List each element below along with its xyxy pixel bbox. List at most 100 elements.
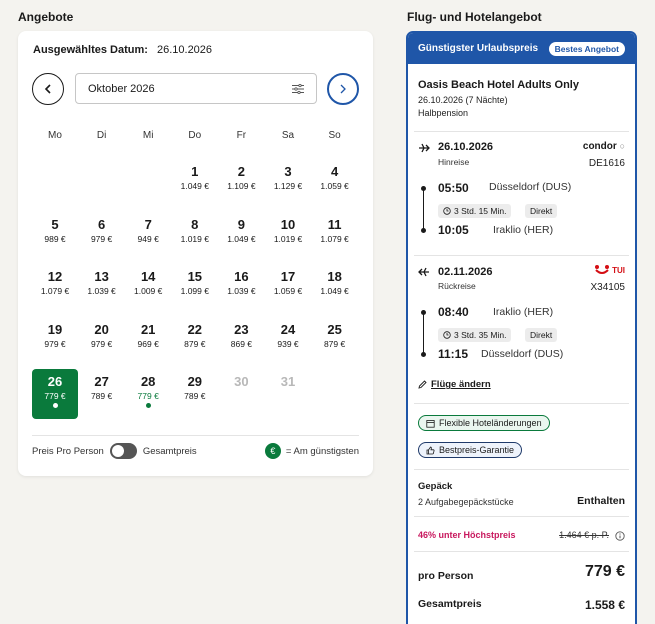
condor-logo: condor ○	[583, 141, 625, 152]
day-cell[interactable]: 20 979 €	[79, 317, 125, 367]
info-icon[interactable]	[615, 531, 625, 541]
day-price: 1.039 €	[227, 286, 256, 296]
day-cell[interactable]: 1 1.049 €	[172, 159, 218, 209]
day-cell[interactable]: 19 979 €	[32, 317, 78, 367]
day-price: 789 €	[90, 391, 113, 401]
day-cell[interactable]: 16 1.039 €	[218, 264, 264, 314]
pencil-icon	[418, 380, 427, 389]
change-flights-link[interactable]: Flüge ändern	[418, 379, 491, 390]
day-cell[interactable]: 2 1.109 €	[218, 159, 264, 209]
day-price: 1.079 €	[320, 233, 349, 244]
day-number: 2	[237, 164, 245, 179]
day-cell: 31	[265, 369, 311, 419]
day-price: 1.109 €	[227, 181, 256, 191]
old-price: 1.464 € p. P.	[559, 530, 609, 540]
best-offer-badge: Bestes Angebot	[548, 41, 625, 56]
prev-month-button[interactable]	[32, 73, 64, 105]
weekday-label: Mi	[142, 130, 154, 141]
day-cell[interactable]: 27 789 €	[79, 369, 125, 419]
outbound-dep-time: 05:50	[438, 181, 469, 195]
next-month-button[interactable]	[327, 73, 359, 105]
day-cell[interactable]: 17 1.059 €	[265, 264, 311, 314]
day-cell[interactable]: 10 1.019 €	[265, 212, 311, 262]
day-price: 949 €	[137, 233, 159, 244]
stay-dates: 26.10.2026 (7 Nächte)	[418, 95, 508, 105]
weekday-label: So	[328, 130, 341, 141]
outbound-flight: 26.10.2026 Hinreise condor ○ DE1616 05:5…	[418, 139, 625, 254]
day-cell[interactable]: 15 1.099 €	[172, 264, 218, 314]
inbound-dep-airport: Iraklio (HER)	[493, 306, 554, 318]
day-cell[interactable]: 22 879 €	[172, 317, 218, 367]
thumbs-up-icon	[426, 446, 435, 454]
day-price: 969 €	[137, 338, 159, 349]
day-price: 939 €	[277, 338, 299, 349]
chevron-left-icon	[44, 84, 51, 94]
day-cell[interactable]: 28 779 €	[125, 369, 171, 419]
outbound-date: 26.10.2026	[438, 141, 494, 153]
section-title-flight-hotel: Flug- und Hotelangebot	[407, 10, 542, 24]
inbound-dep-time: 08:40	[438, 305, 469, 319]
day-cell[interactable]: 5 989 €	[32, 212, 78, 262]
section-title-offers: Angebote	[18, 10, 74, 24]
day-cell[interactable]: 25 879 €	[312, 317, 358, 367]
month-select[interactable]: Oktober 2026	[75, 73, 317, 104]
flex-hotel-badge: Flexible Hoteländerungen	[418, 415, 550, 431]
day-number: 24	[280, 321, 296, 337]
day-number: 10	[280, 216, 296, 232]
legend-text: = Am günstigsten	[285, 445, 359, 457]
day-cell[interactable]: 6 979 €	[79, 212, 125, 262]
best-price-badge: Bestpreis-Garantie	[418, 442, 523, 458]
price-toggle-row: Preis Pro Person Gesamtpreis	[32, 443, 197, 459]
divider	[414, 469, 629, 470]
day-cell[interactable]: 26 779 €	[32, 369, 78, 419]
day-cell[interactable]: 3 1.129 €	[265, 159, 311, 209]
selected-date-label: Ausgewähltes Datum:	[33, 44, 148, 56]
day-cell[interactable]: 13 1.039 €	[79, 264, 125, 314]
total-price-label: Gesamtpreis	[418, 598, 482, 610]
day-cell[interactable]: 21 969 €	[125, 317, 171, 367]
day-cell[interactable]: 23 869 €	[218, 317, 264, 367]
day-price: 1.009 €	[134, 286, 163, 296]
inbound-flight: 02.11.2026 Rückreise TUI X34105 08:40 Ir…	[418, 263, 625, 378]
day-price: 1.059 €	[320, 181, 349, 191]
day-number: 4	[330, 164, 339, 179]
day-cell[interactable]: 8 1.019 €	[172, 212, 218, 262]
calendar-icon	[426, 419, 435, 428]
timeline-dot	[421, 352, 426, 357]
day-price: 1.129 €	[273, 181, 303, 191]
day-cell[interactable]: 7 949 €	[125, 212, 171, 262]
day-number: 16	[234, 269, 249, 284]
divider	[32, 435, 359, 436]
weekday-label: Sa	[281, 130, 295, 141]
day-number: 21	[140, 321, 156, 337]
day-number: 17	[280, 269, 296, 284]
day-price: 979 €	[44, 338, 66, 349]
divider	[414, 516, 629, 517]
price-mode-toggle[interactable]	[109, 443, 137, 459]
tui-logo: TUI	[594, 264, 625, 276]
day-price: 979 €	[90, 338, 113, 349]
day-cell[interactable]: 4 1.059 €	[312, 159, 358, 209]
clock-icon	[443, 207, 451, 215]
day-price: 1.019 €	[180, 233, 209, 244]
day-cell[interactable]: 12 1.079 €	[32, 264, 78, 314]
timeline-dot	[421, 186, 426, 191]
day-cell[interactable]: 11 1.079 €	[312, 212, 358, 262]
day-number: 5	[51, 216, 59, 232]
day-cell[interactable]: 24 939 €	[265, 317, 311, 367]
day-number: 15	[187, 269, 203, 284]
toggle-label-per-person: Preis Pro Person	[32, 445, 104, 457]
day-cell[interactable]: 14 1.009 €	[125, 264, 171, 314]
day-price: 989 €	[44, 233, 66, 244]
offer-header: Günstigster Urlaubspreis Bestes Angebot	[408, 33, 635, 64]
day-price: 779 €	[44, 391, 66, 401]
best-price-text: Bestpreis-Garantie	[439, 445, 515, 455]
baggage-title: Gepäck	[418, 481, 453, 492]
day-cell[interactable]: 9 1.049 €	[218, 212, 264, 262]
per-person-price: 779 €	[584, 563, 625, 580]
day-cell[interactable]: 29 789 €	[172, 369, 218, 419]
day-cell[interactable]: 18 1.049 €	[312, 264, 358, 314]
day-number: 22	[187, 321, 203, 337]
day-price: 1.099 €	[180, 286, 209, 296]
stops-chip: Direkt	[525, 328, 558, 342]
